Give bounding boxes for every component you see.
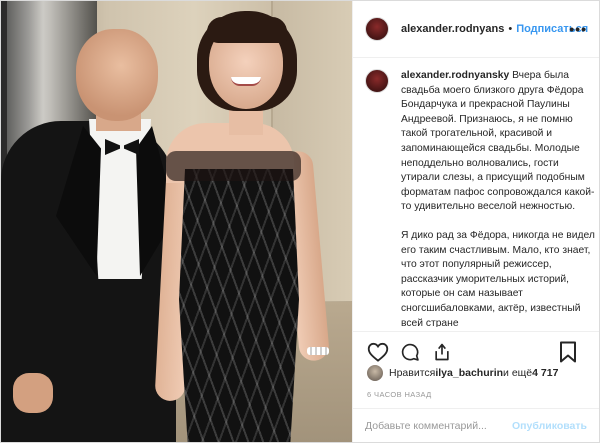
photo-man-bowtie (105, 139, 139, 155)
post-header: alexander.rodnyans • Подписаться ••• (353, 1, 599, 58)
photo-woman-tulle-wrap (166, 151, 301, 181)
author-avatar[interactable] (365, 17, 389, 41)
liker-username[interactable]: ilya_bachurin (435, 367, 503, 379)
post-photo[interactable] (1, 1, 352, 442)
likes-middle: и ещё (503, 367, 533, 379)
caption-body: Вчера была свадьба моего близкого друга … (401, 70, 595, 213)
photo-man-hand (13, 373, 53, 413)
caption-paragraph: alexander.rodnyansky Вчера была свадьба … (401, 69, 595, 215)
author-username[interactable]: alexander.rodnyans (401, 23, 504, 35)
photo-woman-bracelet (307, 347, 329, 355)
share-icon[interactable] (431, 342, 453, 362)
caption-text: alexander.rodnyansky Вчера была свадьба … (401, 69, 595, 327)
caption-paragraph: Я дико рад за Фёдора, никогда не видел е… (401, 229, 595, 327)
caption-author-avatar[interactable] (365, 69, 389, 93)
post-timestamp[interactable]: 6 часов назад (367, 390, 432, 399)
photo-woman-dress (179, 169, 299, 442)
heart-icon[interactable] (367, 342, 389, 362)
caption-username[interactable]: alexander.rodnyansky (401, 70, 509, 81)
post-caption: alexander.rodnyansky Вчера была свадьба … (365, 69, 595, 327)
comment-input[interactable] (365, 419, 513, 432)
likes-prefix: Нравится (389, 367, 436, 379)
more-options-icon[interactable]: ••• (569, 21, 587, 37)
comment-bar: Опубликовать (353, 408, 599, 442)
photo-woman-smile (231, 77, 261, 86)
publish-button[interactable]: Опубликовать (512, 420, 587, 432)
comment-bubble-icon[interactable] (399, 342, 421, 362)
likes-summary: Нравится ilya_bachurin и ещё 4 717 (367, 365, 558, 381)
photo-man-head (76, 29, 158, 121)
instagram-post: alexander.rodnyans • Подписаться ••• ale… (0, 0, 600, 443)
post-sidebar: alexander.rodnyans • Подписаться ••• ale… (352, 1, 599, 442)
photo-woman-bangs (207, 17, 287, 43)
liker-avatar[interactable] (367, 365, 383, 381)
header-separator: • (508, 23, 513, 35)
likes-count[interactable]: 4 717 (532, 367, 558, 379)
bookmark-icon[interactable] (559, 341, 577, 363)
